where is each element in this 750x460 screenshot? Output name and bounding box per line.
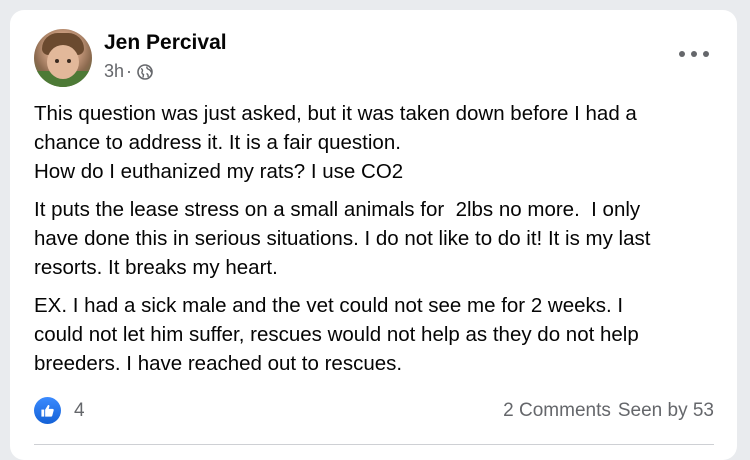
post-card: Jen Percival 3h · This question was just… — [10, 10, 737, 460]
post-footer: 4 2 Comments Seen by 53 — [34, 396, 714, 426]
meta-separator: · — [126, 61, 133, 81]
post-body: This question was just asked, but it was… — [34, 99, 724, 387]
author-avatar[interactable] — [34, 29, 92, 87]
post-paragraph: EX. I had a sick male and the vet could … — [34, 294, 639, 375]
more-options-icon[interactable] — [679, 46, 709, 62]
divider — [34, 444, 714, 445]
post-meta: 3h · — [104, 61, 153, 82]
post-paragraph: This question was just asked, but it was… — [34, 102, 637, 183]
reaction-count[interactable]: 4 — [74, 400, 85, 422]
seen-by[interactable]: Seen by 53 — [618, 400, 714, 422]
post-stats: 2 Comments Seen by 53 — [503, 400, 714, 422]
comments-count[interactable]: 2 Comments — [503, 400, 611, 422]
like-icon[interactable] — [34, 397, 61, 424]
post-paragraph: It puts the lease stress on a small anim… — [34, 198, 651, 279]
author-name[interactable]: Jen Percival — [104, 31, 227, 55]
post-time[interactable]: 3h — [104, 61, 124, 82]
globe-icon[interactable] — [137, 63, 153, 80]
